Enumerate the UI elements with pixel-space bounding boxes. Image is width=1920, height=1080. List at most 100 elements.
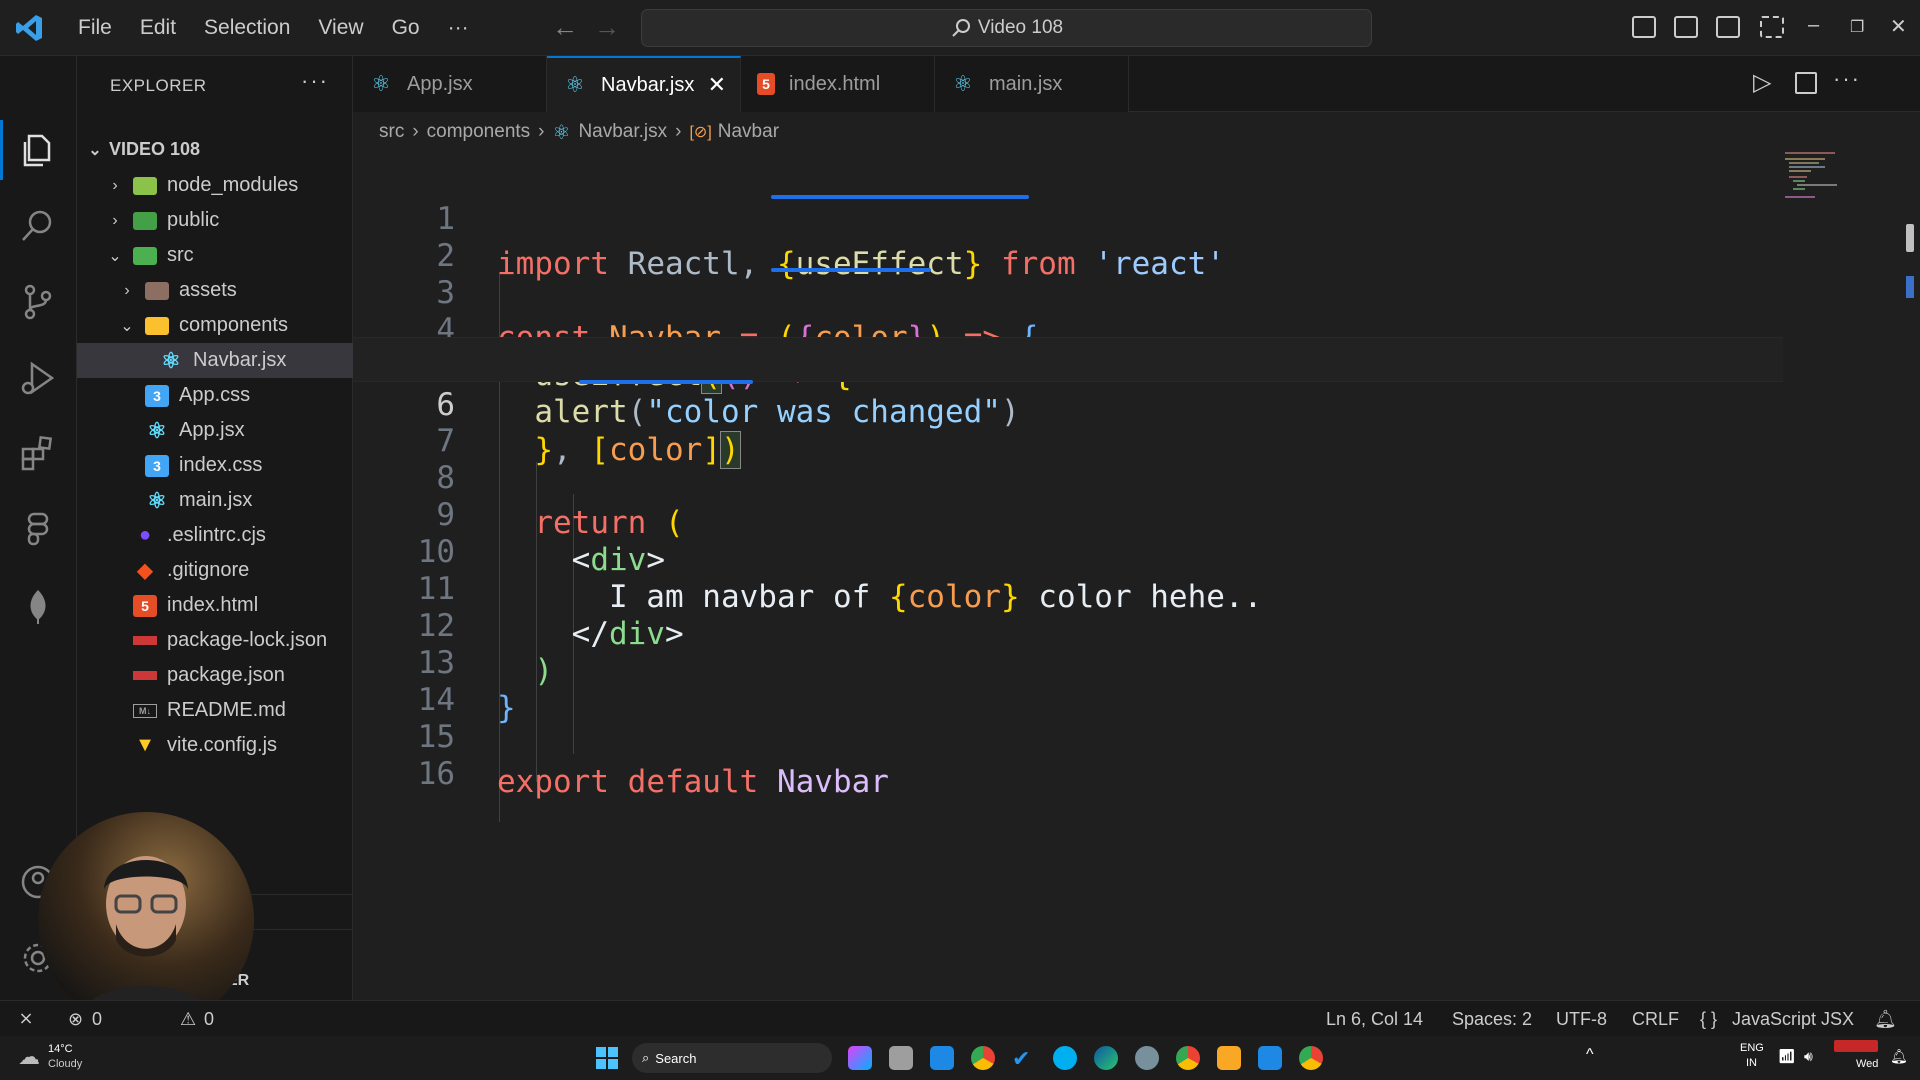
tree-item-index-html[interactable]: 5 index.html (77, 588, 353, 623)
chrome-icon[interactable] (971, 1046, 995, 1070)
forward-arrow-icon[interactable]: → (594, 12, 620, 43)
presenter-avatar (74, 856, 218, 1028)
source-control-icon[interactable] (18, 282, 58, 322)
toggle-secondary-sidebar-icon[interactable] (1716, 16, 1740, 38)
language-indicator[interactable]: ENG (1740, 1042, 1764, 1054)
workspace-root[interactable]: ⌄ VIDEO 108 (77, 132, 353, 167)
explorer-more-icon[interactable]: ··· (301, 68, 329, 94)
tree-item-node-modules[interactable]: › node_modules (77, 168, 353, 203)
breadcrumb-src[interactable]: src (379, 121, 404, 143)
close-window-icon[interactable]: ✕ (1890, 14, 1907, 39)
weather-text: Cloudy (48, 1058, 83, 1070)
notifications-bell-icon[interactable]: 🔔︎ (1874, 1009, 1897, 1030)
cursor-position[interactable]: Ln 6, Col 14 (1326, 1009, 1423, 1030)
figma-icon[interactable] (18, 510, 58, 550)
tree-item-main-jsx[interactable]: ⚛ main.jsx (77, 483, 353, 518)
editor-more-icon[interactable]: ··· (1833, 66, 1861, 92)
menu-selection[interactable]: Selection (190, 0, 304, 56)
tree-item-eslintrc[interactable]: ● .eslintrc.cjs (77, 518, 353, 553)
errors-count[interactable]: 0 (92, 1009, 102, 1030)
breadcrumb-file[interactable]: Navbar.jsx (578, 121, 667, 143)
menu-view[interactable]: View (304, 0, 377, 56)
file-explorer-icon[interactable] (1217, 1046, 1241, 1070)
breadcrumb-components[interactable]: components (427, 121, 531, 143)
notification-bell-icon[interactable]: 🔔︎ (1890, 1048, 1908, 1065)
vscode-taskbar-icon[interactable] (1258, 1046, 1282, 1070)
tree-item-src[interactable]: ⌄ src (77, 238, 353, 273)
tree-item-public[interactable]: › public (77, 203, 353, 238)
tray-expand-icon[interactable]: ^ (1586, 1046, 1594, 1064)
folder-assets-icon (145, 281, 169, 300)
run-file-icon[interactable]: ▷ (1753, 68, 1771, 97)
tree-item-index-css[interactable]: 3 index.css (77, 448, 353, 483)
settings-app-icon[interactable] (1135, 1046, 1159, 1070)
task-view-icon[interactable] (889, 1046, 913, 1070)
toggle-primary-sidebar-icon[interactable] (1632, 16, 1656, 38)
editor-scrollbar[interactable] (1898, 152, 1920, 1000)
tree-item-package-json[interactable]: package.json (77, 658, 353, 693)
customize-layout-icon[interactable] (1760, 16, 1784, 38)
warnings-count[interactable]: 0 (204, 1009, 214, 1030)
extensions-icon[interactable] (18, 434, 58, 474)
indentation[interactable]: Spaces: 2 (1452, 1009, 1532, 1030)
back-arrow-icon[interactable]: ← (552, 12, 578, 43)
tab-app-jsx[interactable]: ⚛ App.jsx (353, 56, 547, 112)
weather-cloud-icon[interactable]: ☁ (18, 1044, 40, 1070)
skype-icon[interactable] (1053, 1046, 1077, 1070)
tab-bar: ⚛ App.jsx ⚛ Navbar.jsx ✕ 5 index.html ⚛ … (353, 56, 1920, 112)
scrollbar-thumb[interactable] (1906, 224, 1914, 252)
tree-item-label: index.css (179, 454, 263, 476)
tree-item-package-lock[interactable]: package-lock.json (77, 623, 353, 658)
tree-item-label: App.jsx (179, 419, 245, 441)
line-ending[interactable]: CRLF (1632, 1009, 1679, 1030)
tree-item-navbar-jsx[interactable]: ⚛ Navbar.jsx (77, 343, 353, 378)
tree-item-readme[interactable]: M↓ README.md (77, 693, 353, 728)
volume-icon[interactable]: 🔊︎ (1804, 1048, 1813, 1065)
encoding[interactable]: UTF-8 (1556, 1009, 1607, 1030)
errors-icon[interactable]: ⊗ (68, 1009, 83, 1030)
toggle-panel-icon[interactable] (1674, 16, 1698, 38)
wifi-icon[interactable]: 📶︎ (1778, 1048, 1796, 1065)
tree-item-components[interactable]: ⌄ components (77, 308, 353, 343)
search-sidebar-icon[interactable] (18, 206, 58, 246)
minimize-icon[interactable]: – (1808, 14, 1819, 37)
tab-index-html[interactable]: 5 index.html (741, 56, 935, 112)
subscribe-badge-icon (1834, 1040, 1878, 1052)
menu-file[interactable]: File (64, 0, 126, 56)
explorer-icon[interactable] (18, 130, 58, 170)
breadcrumb-symbol[interactable]: Navbar (718, 121, 779, 143)
tree-item-app-css[interactable]: 3 App.css (77, 378, 353, 413)
tree-item-gitignore[interactable]: ◆ .gitignore (77, 553, 353, 588)
date-day: Wed (1856, 1058, 1879, 1070)
menu-go[interactable]: Go (378, 0, 434, 56)
tab-navbar-jsx[interactable]: ⚛ Navbar.jsx ✕ (547, 56, 741, 112)
run-debug-icon[interactable] (18, 358, 58, 398)
split-editor-icon[interactable] (1795, 72, 1817, 94)
menu-edit[interactable]: Edit (126, 0, 190, 56)
restore-icon[interactable]: ❐ (1850, 17, 1864, 37)
warnings-icon[interactable]: ⚠ (180, 1009, 196, 1030)
copilot-icon[interactable] (848, 1046, 872, 1070)
tree-item-assets[interactable]: › assets (77, 273, 353, 308)
command-center-search[interactable]: Video 108 (641, 9, 1372, 47)
annotation-underline (771, 268, 931, 272)
chrome-icon[interactable] (1176, 1046, 1200, 1070)
remote-indicator-icon[interactable]: ⨯ (0, 1001, 52, 1036)
windows-start-icon[interactable] (596, 1047, 618, 1069)
minimap[interactable] (1785, 152, 1855, 202)
todo-check-icon[interactable]: ✔ (1012, 1046, 1036, 1071)
code-editor[interactable]: 1 import Reactl, {useEffect} from 'react… (353, 152, 1920, 1000)
chevron-right-icon: › (538, 121, 545, 142)
chrome-canary-icon[interactable] (1299, 1046, 1323, 1070)
tree-item-app-jsx[interactable]: ⚛ App.jsx (77, 413, 353, 448)
tab-main-jsx[interactable]: ⚛ main.jsx (935, 56, 1129, 112)
taskbar-search[interactable]: ⌕ Search (632, 1043, 832, 1073)
search-icon (952, 19, 970, 37)
tab-close-icon[interactable]: ✕ (708, 72, 726, 98)
edge-icon[interactable] (1094, 1046, 1118, 1070)
menu-more[interactable]: ··· (434, 0, 483, 56)
language-mode[interactable]: JavaScript JSX (1732, 1009, 1854, 1030)
tree-item-vite-config[interactable]: ▼ vite.config.js (77, 728, 353, 763)
calendar-app-icon[interactable] (930, 1046, 954, 1070)
mongodb-leaf-icon[interactable] (18, 586, 58, 626)
